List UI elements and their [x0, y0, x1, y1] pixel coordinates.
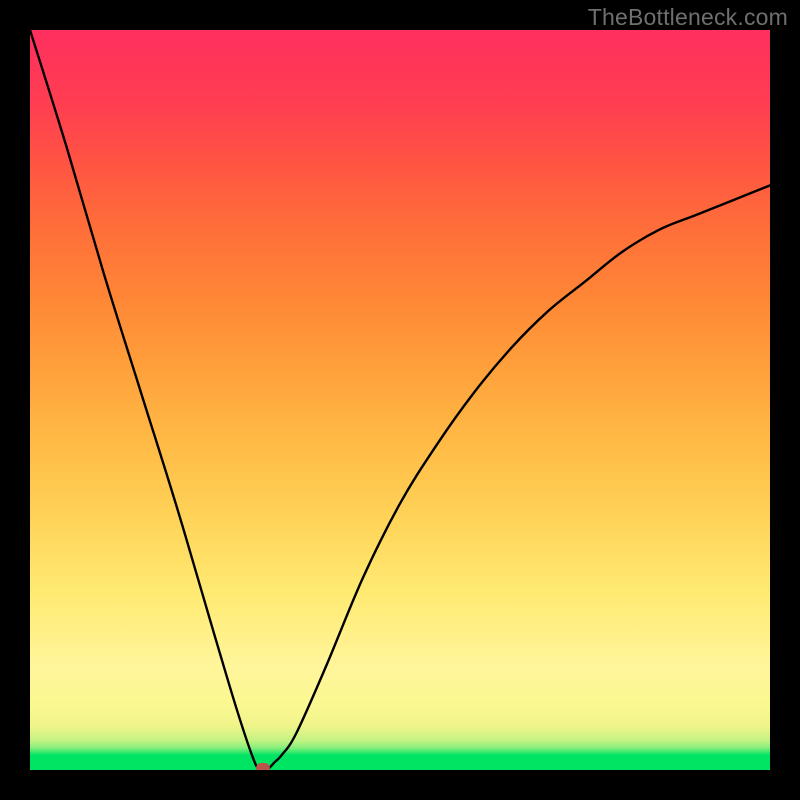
bottleneck-minimum-marker: [256, 763, 270, 770]
bottleneck-curve: [30, 30, 770, 770]
plot-area: [30, 30, 770, 770]
watermark-text: TheBottleneck.com: [588, 4, 788, 31]
chart-frame: TheBottleneck.com: [0, 0, 800, 800]
